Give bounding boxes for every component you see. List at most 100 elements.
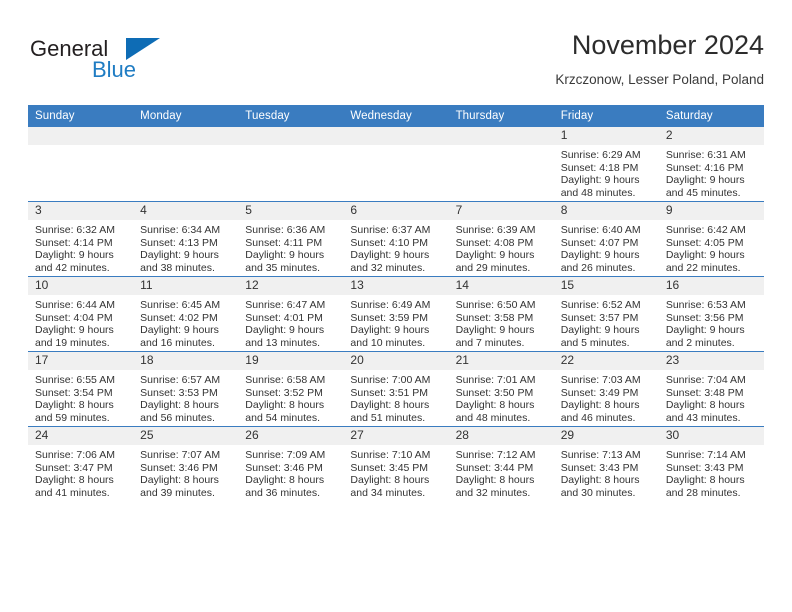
daylight-text-line1: Daylight: 8 hours — [455, 474, 535, 487]
sunrise-text: Sunrise: 7:06 AM — [35, 449, 115, 461]
calendar-day-cell[interactable]: 22 Sunrise: 7:03 AM Sunset: 3:49 PM Dayligh… — [553, 351, 659, 427]
calendar-day-cell[interactable]: 30 Sunrise: 7:14 AM Sunset: 3:43 PM Dayligh… — [658, 426, 764, 501]
calendar-week-row: 3 Sunrise: 6:32 AM Sunset: 4:14 PM Daylight… — [28, 201, 764, 277]
daylight-text-line1: Daylight: 9 hours — [140, 324, 219, 337]
sunrise-text: Sunrise: 7:14 AM — [665, 449, 746, 461]
calendar-day-cell[interactable]: 11 Sunrise: 6:45 AM Sunset: 4:02 PM Dayligh… — [133, 276, 239, 352]
sunrise-text: Sunrise: 7:10 AM — [350, 449, 431, 461]
day-details: Sunrise: 7:01 AM Sunset: 3:50 PM Daylight:… — [449, 370, 554, 424]
calendar-day-cell[interactable]: 27 Sunrise: 7:10 AM Sunset: 3:45 PM Dayligh… — [343, 426, 449, 501]
day-details: Sunrise: 7:03 AM Sunset: 3:49 PM Daylight:… — [554, 370, 659, 424]
general-blue-logo[interactable]: General Blue — [30, 36, 230, 96]
calendar-day-cell[interactable]: 15 Sunrise: 6:52 AM Sunset: 3:57 PM Dayligh… — [553, 276, 659, 352]
daylight-text-line2: and 32 minutes. — [455, 486, 531, 499]
calendar-day-cell[interactable]: 6 Sunrise: 6:37 AM Sunset: 4:10 PM Daylight… — [343, 201, 449, 277]
calendar-day-cell[interactable]: 20 Sunrise: 7:00 AM Sunset: 3:51 PM Dayligh… — [343, 351, 449, 427]
calendar-day-cell[interactable]: 19 Sunrise: 6:58 AM Sunset: 3:52 PM Dayligh… — [238, 351, 344, 427]
day-number: 23 — [658, 352, 764, 370]
sunrise-text: Sunrise: 7:00 AM — [350, 374, 431, 386]
day-number: 20 — [343, 352, 449, 370]
calendar-day-cell[interactable]: 25 Sunrise: 7:07 AM Sunset: 3:46 PM Dayligh… — [133, 426, 239, 501]
day-details: Sunrise: 6:45 AM Sunset: 4:02 PM Daylight:… — [133, 295, 238, 349]
calendar-day-cell[interactable]: 29 Sunrise: 7:13 AM Sunset: 3:43 PM Dayligh… — [553, 426, 659, 501]
day-number: 2 — [658, 127, 764, 145]
page-subtitle: Krzczonow, Lesser Poland, Poland — [555, 72, 764, 87]
sunrise-text: Sunrise: 6:50 AM — [455, 299, 536, 311]
daylight-text-line1: Daylight: 9 hours — [245, 324, 325, 337]
daylight-text-line1: Daylight: 8 hours — [350, 474, 430, 487]
sunset-text: Sunset: 3:54 PM — [35, 386, 113, 399]
calendar-day-cell[interactable]: 2 Sunrise: 6:31 AM Sunset: 4:16 PM Daylight… — [658, 127, 764, 202]
sunset-text: Sunset: 3:59 PM — [350, 311, 429, 324]
sunset-text: Sunset: 3:56 PM — [665, 311, 744, 324]
daylight-text-line2: and 54 minutes. — [245, 411, 320, 424]
daylight-text-line1: Daylight: 9 hours — [455, 249, 535, 262]
calendar-cell-empty — [238, 127, 344, 202]
calendar-day-cell[interactable]: 24 Sunrise: 7:06 AM Sunset: 3:47 PM Dayligh… — [28, 426, 134, 501]
day-details: Sunrise: 7:09 AM Sunset: 3:46 PM Daylight:… — [238, 445, 343, 499]
calendar-day-cell[interactable]: 12 Sunrise: 6:47 AM Sunset: 4:01 PM Dayligh… — [238, 276, 344, 352]
calendar-day-cell[interactable]: 7 Sunrise: 6:39 AM Sunset: 4:08 PM Daylight… — [448, 201, 554, 277]
sunrise-text: Sunrise: 6:47 AM — [245, 299, 326, 311]
calendar-day-cell[interactable]: 28 Sunrise: 7:12 AM Sunset: 3:44 PM Dayligh… — [448, 426, 554, 501]
sunset-text: Sunset: 3:57 PM — [560, 311, 639, 324]
calendar-day-cell[interactable]: 8 Sunrise: 6:40 AM Sunset: 4:07 PM Daylight… — [553, 201, 659, 277]
calendar-day-cell[interactable]: 16 Sunrise: 6:53 AM Sunset: 3:56 PM Dayligh… — [658, 276, 764, 352]
daylight-text-line2: and 29 minutes. — [455, 261, 531, 274]
day-details: Sunrise: 6:55 AM Sunset: 3:54 PM Daylight:… — [28, 370, 133, 424]
day-number: 11 — [133, 277, 239, 295]
sunset-text: Sunset: 3:46 PM — [140, 461, 218, 474]
title-block: November 2024 Krzczonow, Lesser Poland, … — [555, 28, 764, 88]
daylight-text-line1: Daylight: 9 hours — [35, 324, 114, 337]
daylight-text-line2: and 41 minutes. — [35, 486, 110, 499]
calendar-day-cell[interactable]: 4 Sunrise: 6:34 AM Sunset: 4:13 PM Daylight… — [133, 201, 239, 277]
page-title: November 2024 — [571, 30, 764, 60]
sunset-text: Sunset: 4:01 PM — [245, 311, 323, 324]
sunset-text: Sunset: 3:51 PM — [350, 386, 429, 399]
day-details: Sunrise: 6:39 AM Sunset: 4:08 PM Daylight:… — [449, 220, 554, 274]
sunset-text: Sunset: 3:58 PM — [455, 311, 534, 324]
day-number: 1 — [553, 127, 659, 145]
day-details: Sunrise: 6:50 AM Sunset: 3:58 PM Daylight:… — [449, 295, 554, 349]
calendar-day-cell[interactable]: 17 Sunrise: 6:55 AM Sunset: 3:54 PM Dayligh… — [28, 351, 134, 427]
calendar-cell-empty — [448, 127, 554, 202]
calendar-day-cell[interactable]: 23 Sunrise: 7:04 AM Sunset: 3:48 PM Dayligh… — [658, 351, 764, 427]
day-details: Sunrise: 6:52 AM Sunset: 3:57 PM Daylight:… — [554, 295, 659, 349]
sunrise-text: Sunrise: 6:55 AM — [35, 374, 115, 386]
sunrise-text: Sunrise: 6:52 AM — [560, 299, 641, 311]
day-number: 28 — [448, 427, 554, 445]
sunrise-text: Sunrise: 7:13 AM — [560, 449, 641, 461]
daylight-text-line2: and 13 minutes. — [245, 336, 320, 349]
daylight-text-line2: and 7 minutes. — [455, 336, 525, 349]
sunrise-text: Sunrise: 7:04 AM — [665, 374, 746, 386]
calendar-day-cell[interactable]: 18 Sunrise: 6:57 AM Sunset: 3:53 PM Dayligh… — [133, 351, 239, 427]
sunrise-text: Sunrise: 6:44 AM — [35, 299, 115, 311]
daylight-text-line1: Daylight: 9 hours — [665, 324, 745, 337]
daylight-text-line1: Daylight: 9 hours — [560, 174, 640, 187]
calendar-day-cell[interactable]: 1 Sunrise: 6:29 AM Sunset: 4:18 PM Daylight… — [553, 127, 659, 202]
calendar-table: Sunday Monday Tuesday Wednesday Thursday… — [28, 105, 764, 501]
daylight-text-line2: and 59 minutes. — [35, 411, 110, 424]
calendar-day-cell[interactable]: 9 Sunrise: 6:42 AM Sunset: 4:05 PM Daylight… — [658, 201, 764, 277]
calendar-day-cell[interactable]: 3 Sunrise: 6:32 AM Sunset: 4:14 PM Daylight… — [28, 201, 134, 277]
sunset-text: Sunset: 4:11 PM — [245, 236, 323, 249]
daylight-text-line2: and 46 minutes. — [560, 411, 636, 424]
day-details: Sunrise: 6:53 AM Sunset: 3:56 PM Daylight:… — [659, 295, 764, 349]
sunrise-text: Sunrise: 6:36 AM — [245, 224, 326, 236]
daylight-text-line2: and 28 minutes. — [665, 486, 741, 499]
sunset-text: Sunset: 4:04 PM — [35, 311, 113, 324]
day-details: Sunrise: 6:40 AM Sunset: 4:07 PM Daylight:… — [554, 220, 659, 274]
weekday-header-saturday: Saturday — [658, 105, 764, 127]
sunrise-text: Sunrise: 7:07 AM — [140, 449, 221, 461]
calendar-day-cell[interactable]: 10 Sunrise: 6:44 AM Sunset: 4:04 PM Dayligh… — [28, 276, 134, 352]
calendar-day-cell[interactable]: 21 Sunrise: 7:01 AM Sunset: 3:50 PM Dayligh… — [448, 351, 554, 427]
calendar-day-cell[interactable]: 13 Sunrise: 6:49 AM Sunset: 3:59 PM Dayligh… — [343, 276, 449, 352]
sunset-text: Sunset: 3:53 PM — [140, 386, 218, 399]
day-number: 5 — [238, 202, 344, 220]
day-number: 19 — [238, 352, 344, 370]
sunset-text: Sunset: 4:16 PM — [665, 161, 744, 174]
calendar-day-cell[interactable]: 5 Sunrise: 6:36 AM Sunset: 4:11 PM Daylight… — [238, 201, 344, 277]
calendar-day-cell[interactable]: 14 Sunrise: 6:50 AM Sunset: 3:58 PM Dayligh… — [448, 276, 554, 352]
day-number: 18 — [133, 352, 239, 370]
calendar-day-cell[interactable]: 26 Sunrise: 7:09 AM Sunset: 3:46 PM Dayligh… — [238, 426, 344, 501]
